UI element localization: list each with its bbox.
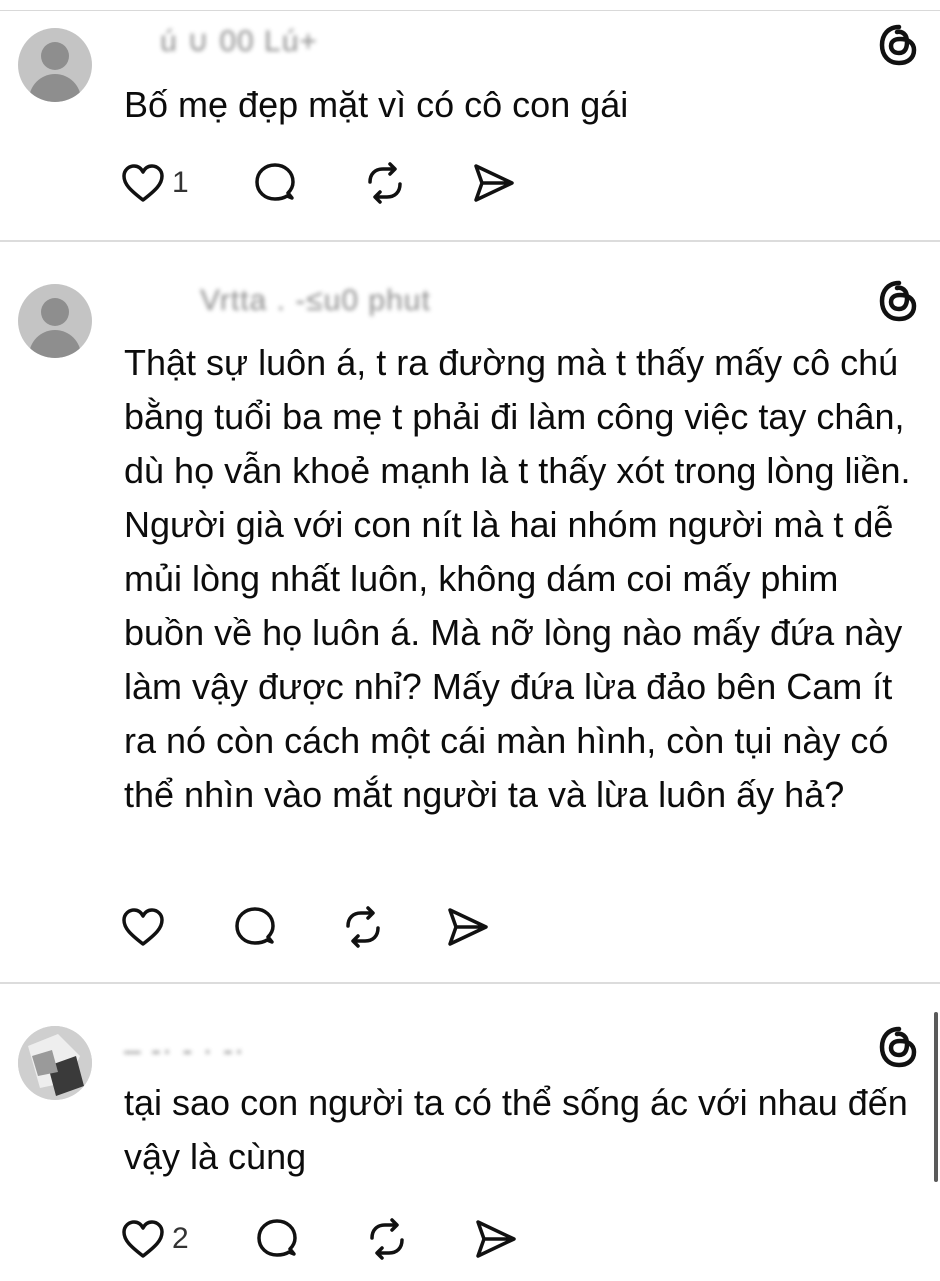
comment-meta: ú ∪ 00 Lú+: [160, 25, 318, 58]
comment-meta: – -· - · -·: [124, 1034, 245, 1067]
like-button[interactable]: [120, 902, 232, 952]
repost-button[interactable]: [340, 902, 444, 952]
like-count: 2: [172, 1222, 189, 1255]
heart-icon: [122, 164, 164, 202]
repost-button[interactable]: [364, 1214, 472, 1264]
share-button[interactable]: [470, 158, 530, 208]
avatar[interactable]: [18, 284, 92, 358]
comment-meta: Vrtta . -≤u0 phut: [200, 284, 431, 317]
repost-icon: [370, 1218, 404, 1260]
avatar[interactable]: [18, 1026, 92, 1100]
comment-bubble-icon: [257, 1219, 297, 1257]
reply-button[interactable]: [254, 1214, 364, 1264]
repost-button[interactable]: [362, 158, 470, 208]
reply-button[interactable]: [252, 158, 362, 208]
comment-post-1: ú ∪ 00 Lú+ Bố mẹ đẹp mặt vì có cô con gá…: [0, 0, 940, 240]
heart-icon: [122, 1220, 164, 1258]
comment-post-2: Vrtta . -≤u0 phut Thật sự luôn á, t ra đ…: [0, 242, 940, 982]
action-bar: 2: [120, 1214, 532, 1264]
comment-bubble-icon: [235, 907, 275, 945]
like-button[interactable]: 2: [120, 1214, 232, 1264]
comment-text: Thật sự luôn á, t ra đường mà t thấy mấy…: [124, 342, 911, 815]
comment-post-3: – -· - · -· tại sao con người ta có thể …: [0, 984, 940, 1281]
action-bar: 1: [120, 158, 530, 208]
share-button[interactable]: [472, 1214, 532, 1264]
send-icon: [476, 1220, 516, 1258]
comment-bubble-icon: [255, 163, 295, 201]
avatar-photo: [18, 1026, 92, 1100]
repost-icon: [346, 906, 380, 948]
like-button[interactable]: 1: [120, 158, 232, 208]
heart-icon: [122, 908, 164, 946]
avatar[interactable]: [18, 28, 92, 102]
send-icon: [474, 164, 514, 202]
comment-text: tại sao con người ta có thể sống ác với …: [124, 1082, 908, 1177]
threads-logo-icon[interactable]: [876, 278, 922, 324]
send-icon: [448, 908, 488, 946]
action-bar: [120, 902, 504, 952]
share-button[interactable]: [444, 902, 504, 952]
comment-text: Bố mẹ đẹp mặt vì có cô con gái: [124, 84, 629, 125]
threads-logo-icon[interactable]: [876, 1024, 922, 1070]
like-count: 1: [172, 166, 189, 199]
reply-button[interactable]: [232, 902, 340, 952]
repost-icon: [368, 162, 402, 204]
threads-logo-icon[interactable]: [876, 22, 922, 68]
scrollbar[interactable]: [934, 1012, 938, 1182]
